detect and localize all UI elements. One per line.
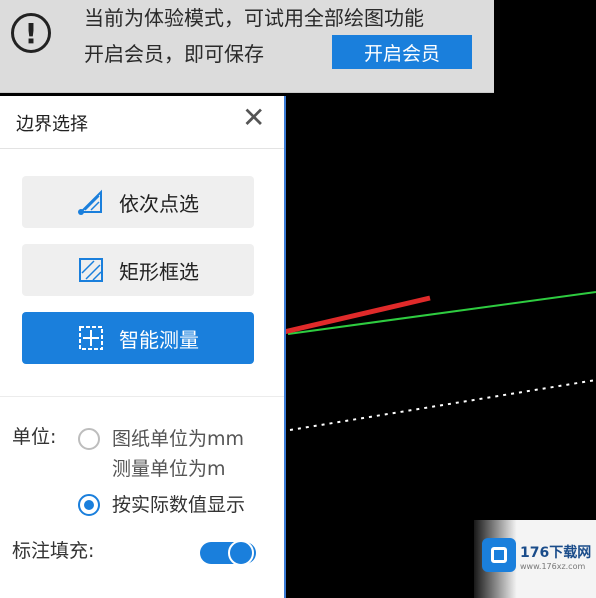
fill-label: 标注填充: (12, 540, 95, 562)
open-vip-button[interactable]: 开启会员 (332, 35, 472, 69)
point-select-icon (77, 188, 105, 216)
trial-message: 当前为体验模式，可试用全部绘图功能 (84, 6, 424, 30)
rect-select-label: 矩形框选 (119, 259, 199, 284)
unit-option-drawing-radio[interactable] (78, 428, 100, 450)
unit-option-measure-label: 测量单位为m (112, 458, 226, 480)
unit-label: 单位: (12, 426, 57, 448)
watermark-url: www.176xz.com (520, 562, 586, 571)
unit-option-drawing-label: 图纸单位为mm (112, 428, 245, 450)
point-select-button[interactable]: 依次点选 (22, 176, 254, 228)
watermark: 176下载网 www.176xz.com (474, 520, 596, 598)
cad-dashed-line (289, 379, 596, 431)
panel-title: 边界选择 (16, 114, 88, 135)
unit-option-actual-radio[interactable] (78, 494, 100, 516)
save-message: 开启会员，即可保存 (84, 42, 264, 66)
point-select-label: 依次点选 (119, 191, 199, 216)
trial-banner: ! 当前为体验模式，可试用全部绘图功能 开启会员，即可保存 开启会员 (0, 0, 494, 93)
watermark-title: 176下载网 (520, 545, 592, 561)
smart-measure-icon (77, 324, 105, 352)
divider (0, 148, 284, 149)
divider (0, 396, 284, 397)
rect-select-button[interactable]: 矩形框选 (22, 244, 254, 296)
close-icon[interactable]: ✕ (242, 104, 265, 132)
smart-measure-label: 智能测量 (119, 327, 199, 352)
unit-option-actual-label: 按实际数值显示 (112, 494, 246, 516)
smart-measure-button[interactable]: 智能测量 (22, 312, 254, 364)
info-icon: ! (11, 13, 51, 53)
fill-toggle[interactable] (200, 540, 256, 566)
boundary-select-panel: 边界选择 ✕ 依次点选 矩形框选 智能测量 单位: 图纸单位为mm 测量单位为m… (0, 96, 286, 598)
rect-select-icon (77, 256, 105, 284)
cad-boundary-line (287, 291, 596, 335)
site-logo-icon (482, 538, 516, 572)
